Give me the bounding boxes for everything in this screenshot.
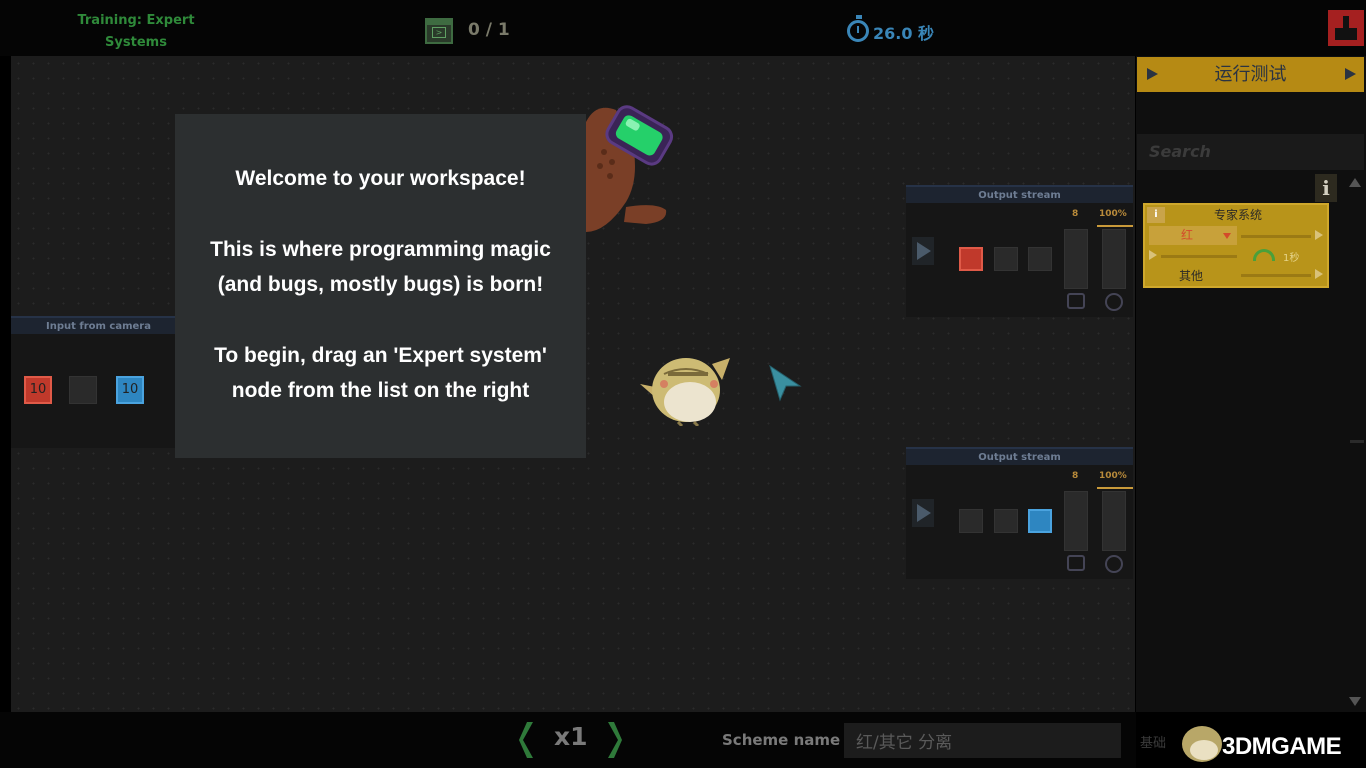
color-dropdown[interactable]: 红 xyxy=(1149,226,1237,245)
expert-system-node-card[interactable]: 专家系统 i 红 1秒 其他 xyxy=(1143,203,1329,288)
level-title-line1: Training: Expert xyxy=(77,13,195,28)
dialog-line-5: node from the list on the right xyxy=(231,379,530,402)
scheme-name-input[interactable] xyxy=(844,723,1121,758)
cursor-pointer-icon xyxy=(769,364,802,402)
node-title: Input from camera xyxy=(11,316,186,334)
other-output-label: 其他 xyxy=(1179,269,1204,283)
input-tile-red: 10 xyxy=(24,376,52,404)
input-tile-blue: 10 xyxy=(116,376,144,404)
info-icon[interactable]: i xyxy=(1315,174,1337,202)
output-count: 8 xyxy=(1072,209,1079,219)
output-tile-empty xyxy=(994,247,1018,271)
info-icon[interactable]: i xyxy=(1147,207,1165,223)
card-title: 专家系统 xyxy=(1213,208,1262,222)
play-icon[interactable] xyxy=(912,499,934,527)
tutorial-dialog[interactable]: Welcome to your workspace! This is where… xyxy=(175,114,586,458)
layers-icon xyxy=(1067,293,1085,309)
output-count: 8 xyxy=(1072,471,1079,481)
run-test-label: 运行测试 xyxy=(1214,64,1287,85)
color-dropdown-value: 红 xyxy=(1181,228,1194,242)
play-icon xyxy=(1345,68,1356,80)
node-title: Output stream xyxy=(906,447,1133,465)
connector-track xyxy=(1241,274,1311,277)
scroll-down-icon[interactable] xyxy=(1349,697,1361,706)
process-time: 1秒 xyxy=(1283,253,1300,264)
output-tile-empty xyxy=(1028,247,1052,271)
otter-mascot xyxy=(586,105,674,232)
watermark-text: 3DMGAME xyxy=(1222,733,1342,760)
progress-counter: 0 / 1 xyxy=(468,20,510,40)
percent-bar xyxy=(1102,491,1126,551)
terminal-icon: > xyxy=(425,18,453,44)
output-percent: 100% xyxy=(1099,209,1127,219)
dialog-line-4: To begin, drag an 'Expert system' xyxy=(214,344,547,367)
target-icon xyxy=(1105,293,1123,311)
node-title: Output stream xyxy=(906,185,1133,203)
scroll-up-icon[interactable] xyxy=(1349,178,1361,187)
input-camera-node[interactable]: Input from camera 10 10 xyxy=(11,316,186,448)
percent-indicator xyxy=(1097,225,1133,227)
run-test-button[interactable]: 运行测试 xyxy=(1137,57,1364,92)
dialog-line-2: This is where programming magic xyxy=(210,238,551,261)
connector-track xyxy=(1161,255,1237,258)
level-title: Training: Expert Systems xyxy=(66,10,206,54)
connector-track xyxy=(1241,235,1311,238)
category-label[interactable]: 基础 xyxy=(1140,732,1166,751)
output-percent: 100% xyxy=(1099,471,1127,481)
input-port-icon[interactable] xyxy=(1149,250,1157,260)
output-tile-blue xyxy=(1028,509,1052,533)
chevron-down-icon xyxy=(1223,233,1231,239)
output-stream-node-2[interactable]: Output stream 8 100% xyxy=(906,447,1133,579)
dialog-line-3: (and bugs, mostly bugs) is born! xyxy=(217,273,544,296)
scrollbar-thumb[interactable] xyxy=(1350,440,1364,443)
layers-icon xyxy=(1067,555,1085,571)
dialog-line-1: Welcome to your workspace! xyxy=(235,167,526,190)
simulation-speed: x1 xyxy=(554,722,588,751)
output-port-icon[interactable] xyxy=(1315,269,1323,279)
level-title-line2: Systems xyxy=(105,35,167,50)
speed-increase-button[interactable] xyxy=(606,722,622,758)
percent-bar xyxy=(1102,229,1126,289)
timer-value: 26.0 秒 xyxy=(873,24,935,43)
count-bar xyxy=(1064,491,1088,551)
output-tile-empty xyxy=(994,509,1018,533)
input-tile-empty xyxy=(69,376,97,404)
speed-gauge-icon xyxy=(1253,249,1275,261)
bird-mascot xyxy=(640,358,730,426)
clear-workspace-button[interactable] xyxy=(1328,10,1364,46)
search-input[interactable]: Search xyxy=(1137,134,1364,170)
stopwatch-icon xyxy=(847,15,869,42)
scheme-name-label: Scheme name : xyxy=(722,731,852,749)
output-tile-red xyxy=(959,247,983,271)
output-port-icon[interactable] xyxy=(1315,230,1323,240)
speed-decrease-button[interactable] xyxy=(519,722,535,758)
output-stream-node-1[interactable]: Output stream 8 100% xyxy=(906,185,1133,317)
percent-indicator xyxy=(1097,487,1133,489)
play-icon[interactable] xyxy=(912,237,934,265)
output-tile-empty xyxy=(959,509,983,533)
target-icon xyxy=(1105,555,1123,573)
play-icon xyxy=(1147,68,1158,80)
count-bar xyxy=(1064,229,1088,289)
